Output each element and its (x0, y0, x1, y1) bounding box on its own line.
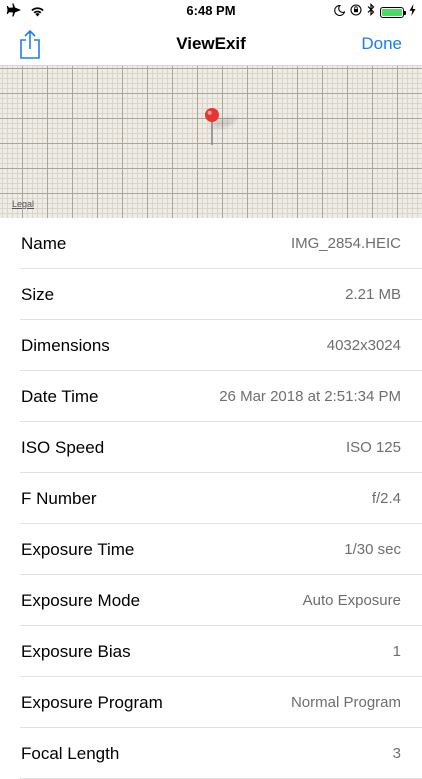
row-value: 4032x3024 (326, 337, 401, 354)
battery-fill (382, 8, 402, 16)
row-label: Exposure Bias (21, 642, 131, 661)
list-item: Exposure Bias 1 (0, 626, 422, 677)
row-label: Size (21, 285, 55, 304)
done-button[interactable]: Done (361, 34, 402, 54)
row-value: f/2.4 (371, 490, 401, 507)
row-label: ISO Speed (21, 438, 105, 457)
list-item: Exposure Program Normal Program (0, 677, 422, 728)
bluetooth-icon (367, 3, 375, 21)
row-label: Exposure Mode (21, 591, 141, 610)
row-label: Exposure Program (21, 693, 163, 712)
list-item: F Number f/2.4 (0, 473, 422, 524)
orientation-lock-icon (350, 3, 362, 21)
row-value: 1/30 sec (344, 541, 401, 558)
charging-bolt-icon (409, 3, 416, 21)
page-title: ViewExif (176, 34, 246, 53)
row-value: ISO 125 (345, 439, 401, 456)
battery-icon (380, 6, 406, 18)
list-item: Name IMG_2854.HEIC (0, 218, 422, 269)
location-map[interactable]: Legal (0, 66, 422, 218)
list-item: ISO Speed ISO 125 (0, 422, 422, 473)
row-label: Dimensions (21, 336, 110, 355)
row-label: Date Time (21, 387, 99, 406)
row-value: Auto Exposure (302, 592, 401, 609)
list-item: Focal Length 3 (0, 728, 422, 779)
status-bar: 6:48 PM (0, 0, 422, 22)
row-label: Focal Length (21, 744, 120, 763)
list-item: Exposure Mode Auto Exposure (0, 575, 422, 626)
row-value: 2.21 MB (345, 286, 401, 303)
list-item: Exposure Time 1/30 sec (0, 524, 422, 575)
exif-list: Name IMG_2854.HEIC Size 2.21 MB Dimensio… (0, 218, 422, 779)
list-item: Dimensions 4032x3024 (0, 320, 422, 371)
row-label: Exposure Time (21, 540, 135, 559)
row-value: 26 Mar 2018 at 2:51:34 PM (219, 388, 401, 405)
legal-link[interactable]: Legal (12, 199, 34, 209)
row-value: IMG_2854.HEIC (290, 235, 401, 252)
moon-icon (334, 3, 346, 21)
status-bar-right (334, 3, 416, 21)
row-value: Normal Program (290, 694, 401, 711)
row-value: 1 (392, 643, 401, 660)
location-pin-icon[interactable] (202, 106, 222, 146)
navigation-bar: ViewExif Done (0, 22, 422, 66)
row-label: F Number (21, 489, 97, 508)
list-item: Date Time 26 Mar 2018 at 2:51:34 PM (0, 371, 422, 422)
row-value: 3 (392, 745, 401, 762)
list-item: Size 2.21 MB (0, 269, 422, 320)
row-label: Name (21, 234, 67, 253)
